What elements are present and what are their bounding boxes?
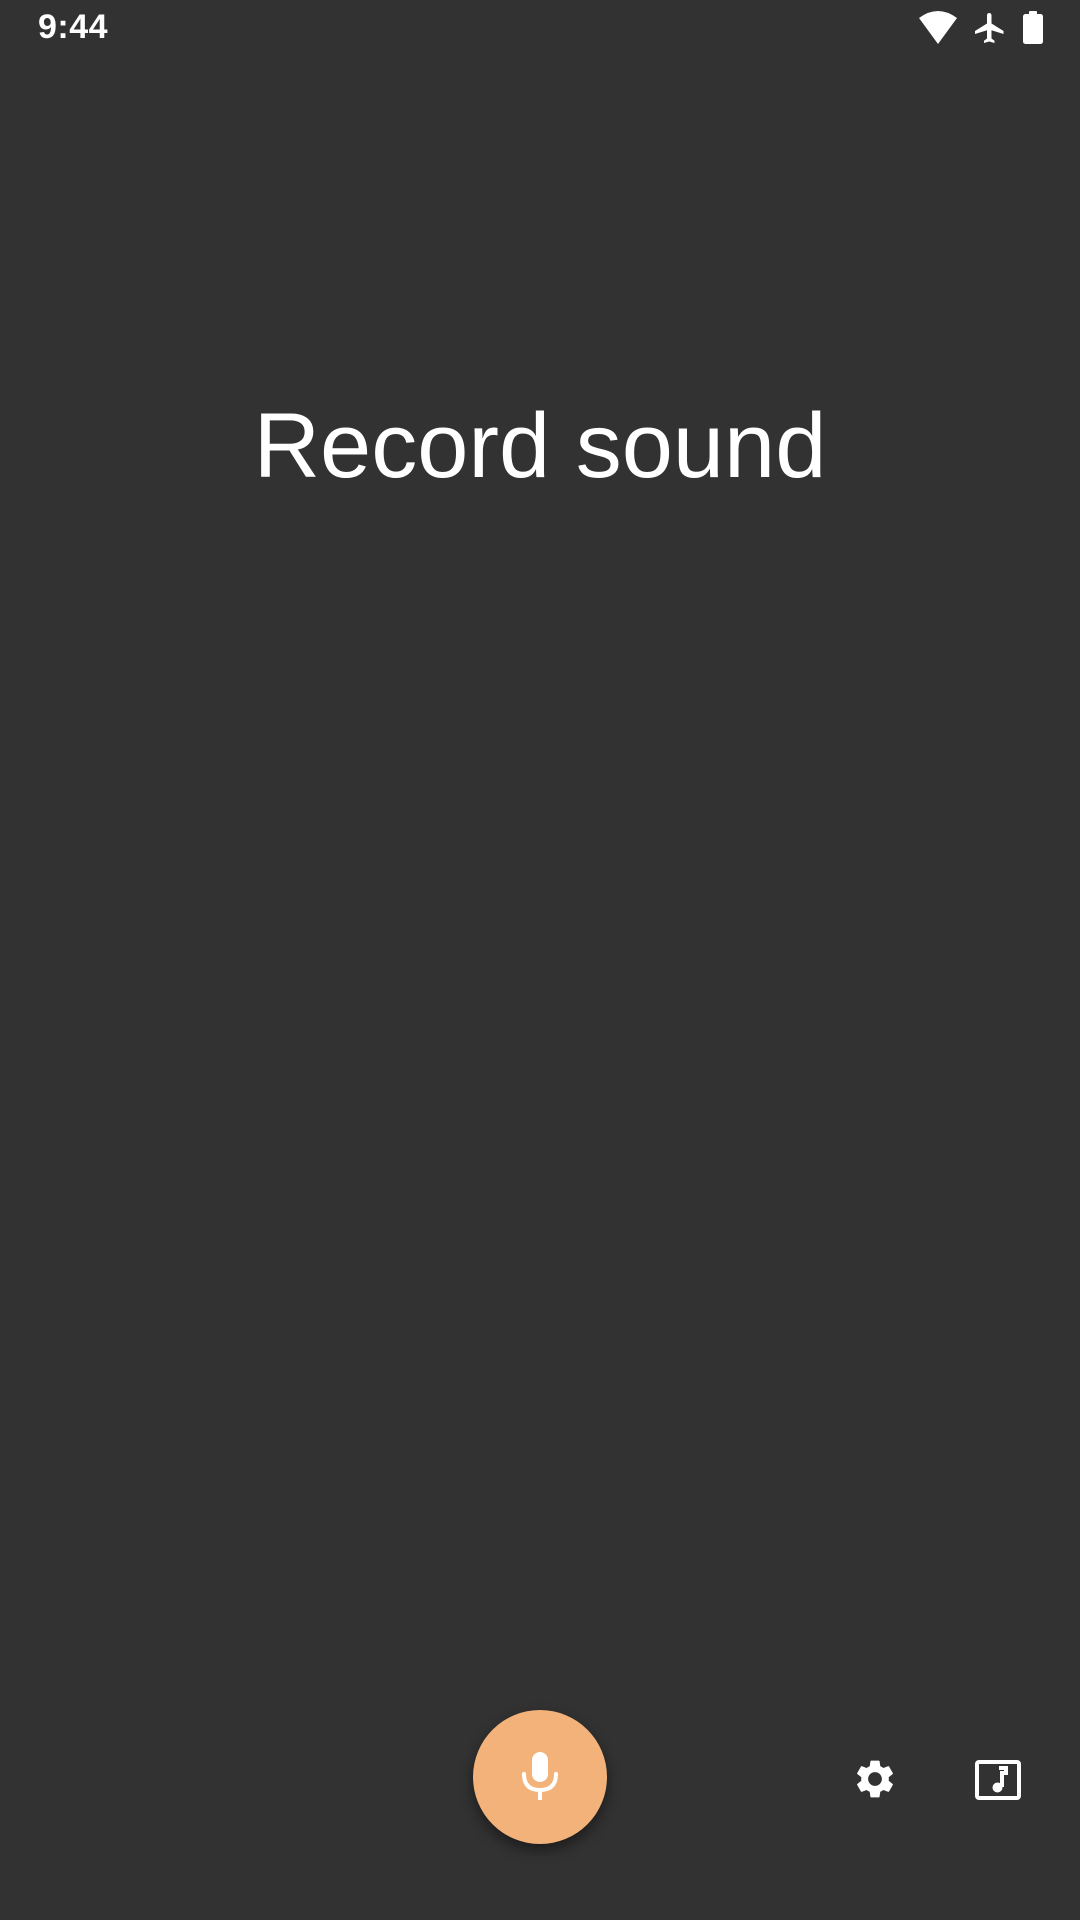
wifi-icon bbox=[919, 11, 957, 44]
airplane-mode-icon bbox=[975, 13, 1004, 43]
bottom-controls bbox=[0, 1700, 1080, 1860]
status-bar: 9:44 bbox=[0, 0, 1080, 60]
gear-icon bbox=[857, 1760, 893, 1798]
record-sound-screen: 9:44 Record sound bbox=[0, 0, 1080, 1920]
page-title: Record sound bbox=[253, 395, 827, 497]
music-library-button[interactable] bbox=[970, 1752, 1026, 1808]
settings-button[interactable] bbox=[848, 1752, 902, 1806]
status-time: 9:44 bbox=[38, 8, 109, 46]
status-icons bbox=[918, 10, 1044, 46]
music-library-icon bbox=[975, 1760, 1021, 1800]
record-button[interactable] bbox=[473, 1710, 607, 1844]
battery-icon bbox=[1023, 11, 1043, 44]
microphone-icon bbox=[522, 1752, 558, 1800]
